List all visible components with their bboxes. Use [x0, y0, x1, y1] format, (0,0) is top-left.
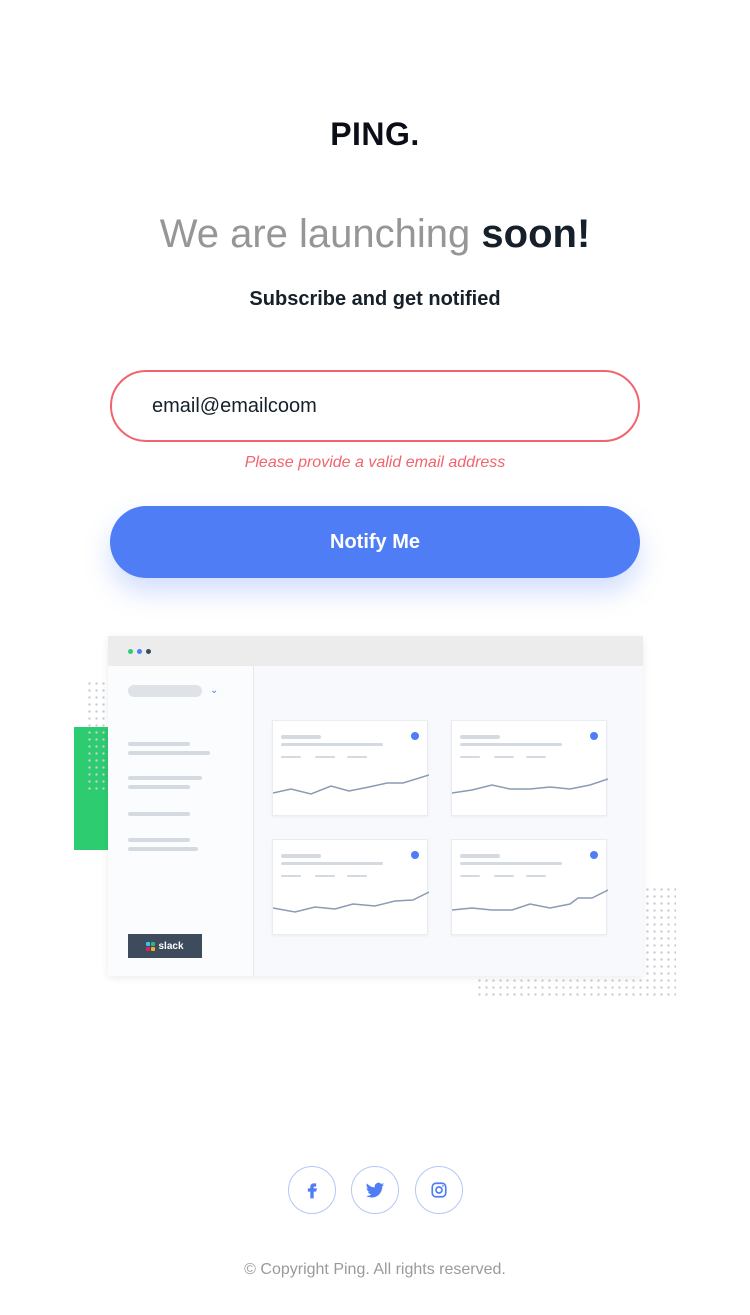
chart-card: [451, 720, 608, 816]
facebook-icon: [307, 1183, 317, 1199]
instagram-link[interactable]: [415, 1166, 463, 1214]
slack-label: slack: [158, 940, 184, 952]
notify-me-button[interactable]: Notify Me: [110, 506, 640, 578]
email-error-message: Please provide a valid email address: [244, 454, 506, 471]
sidebar-line: [128, 812, 190, 816]
sidebar-dropdown: [128, 685, 202, 697]
card-line: [281, 875, 301, 877]
instagram-icon: [431, 1182, 447, 1198]
card-line: [281, 735, 321, 739]
sidebar-line: [128, 751, 210, 755]
copyright-text: © Copyright Ping. All rights reserved.: [244, 1261, 506, 1278]
card-line: [281, 756, 301, 758]
sparkline: [452, 778, 608, 794]
card-line: [315, 875, 335, 877]
window-dot: [146, 649, 151, 654]
facebook-link[interactable]: [288, 1166, 336, 1214]
page-subtitle: Subscribe and get notified: [249, 288, 501, 310]
check-icon: [411, 732, 419, 740]
dashboard-sidebar: ⌄ slack: [108, 666, 254, 976]
dashboard-illustration: ⌄ slack: [70, 630, 690, 1010]
chart-card: [451, 839, 608, 935]
card-line: [347, 756, 367, 758]
card-line: [494, 875, 514, 877]
sidebar-line: [128, 776, 202, 780]
twitter-link[interactable]: [351, 1166, 399, 1214]
sidebar-line: [128, 742, 190, 746]
brand-logo: PING.: [330, 116, 420, 152]
slack-icon: [146, 941, 156, 951]
card-line: [460, 862, 562, 865]
card-line: [460, 735, 500, 739]
headline-light: We are launching: [159, 212, 482, 256]
check-icon: [590, 851, 598, 859]
check-icon: [590, 732, 598, 740]
dashboard-window: ⌄ slack: [108, 636, 643, 976]
twitter-icon: [365, 1182, 385, 1198]
chevron-down-icon: ⌄: [210, 685, 219, 696]
card-line: [281, 743, 383, 746]
sparkline: [273, 774, 429, 795]
card-line: [460, 756, 480, 758]
email-field[interactable]: [110, 370, 640, 442]
sparkline: [452, 889, 608, 911]
sidebar-line: [128, 847, 198, 851]
headline-bold: soon!: [481, 212, 591, 256]
card-line: [460, 743, 562, 746]
email-input[interactable]: [152, 394, 638, 418]
card-line: [460, 854, 500, 858]
card-line: [526, 875, 546, 877]
card-line: [281, 854, 321, 858]
card-line: [526, 756, 546, 758]
check-icon: [411, 851, 419, 859]
card-line: [494, 756, 514, 758]
chart-card: [272, 720, 429, 816]
sidebar-line: [128, 838, 190, 842]
slack-badge: slack: [128, 934, 202, 958]
window-dot: [128, 649, 133, 654]
window-dot: [137, 649, 142, 654]
card-line: [347, 875, 367, 877]
window-title-bar: [108, 636, 643, 666]
page-headline: We are launching soon!: [0, 212, 750, 257]
card-line: [460, 875, 480, 877]
chart-card: [272, 839, 429, 935]
sparkline: [273, 891, 429, 913]
card-line: [315, 756, 335, 758]
card-line: [281, 862, 383, 865]
sidebar-line: [128, 785, 190, 789]
